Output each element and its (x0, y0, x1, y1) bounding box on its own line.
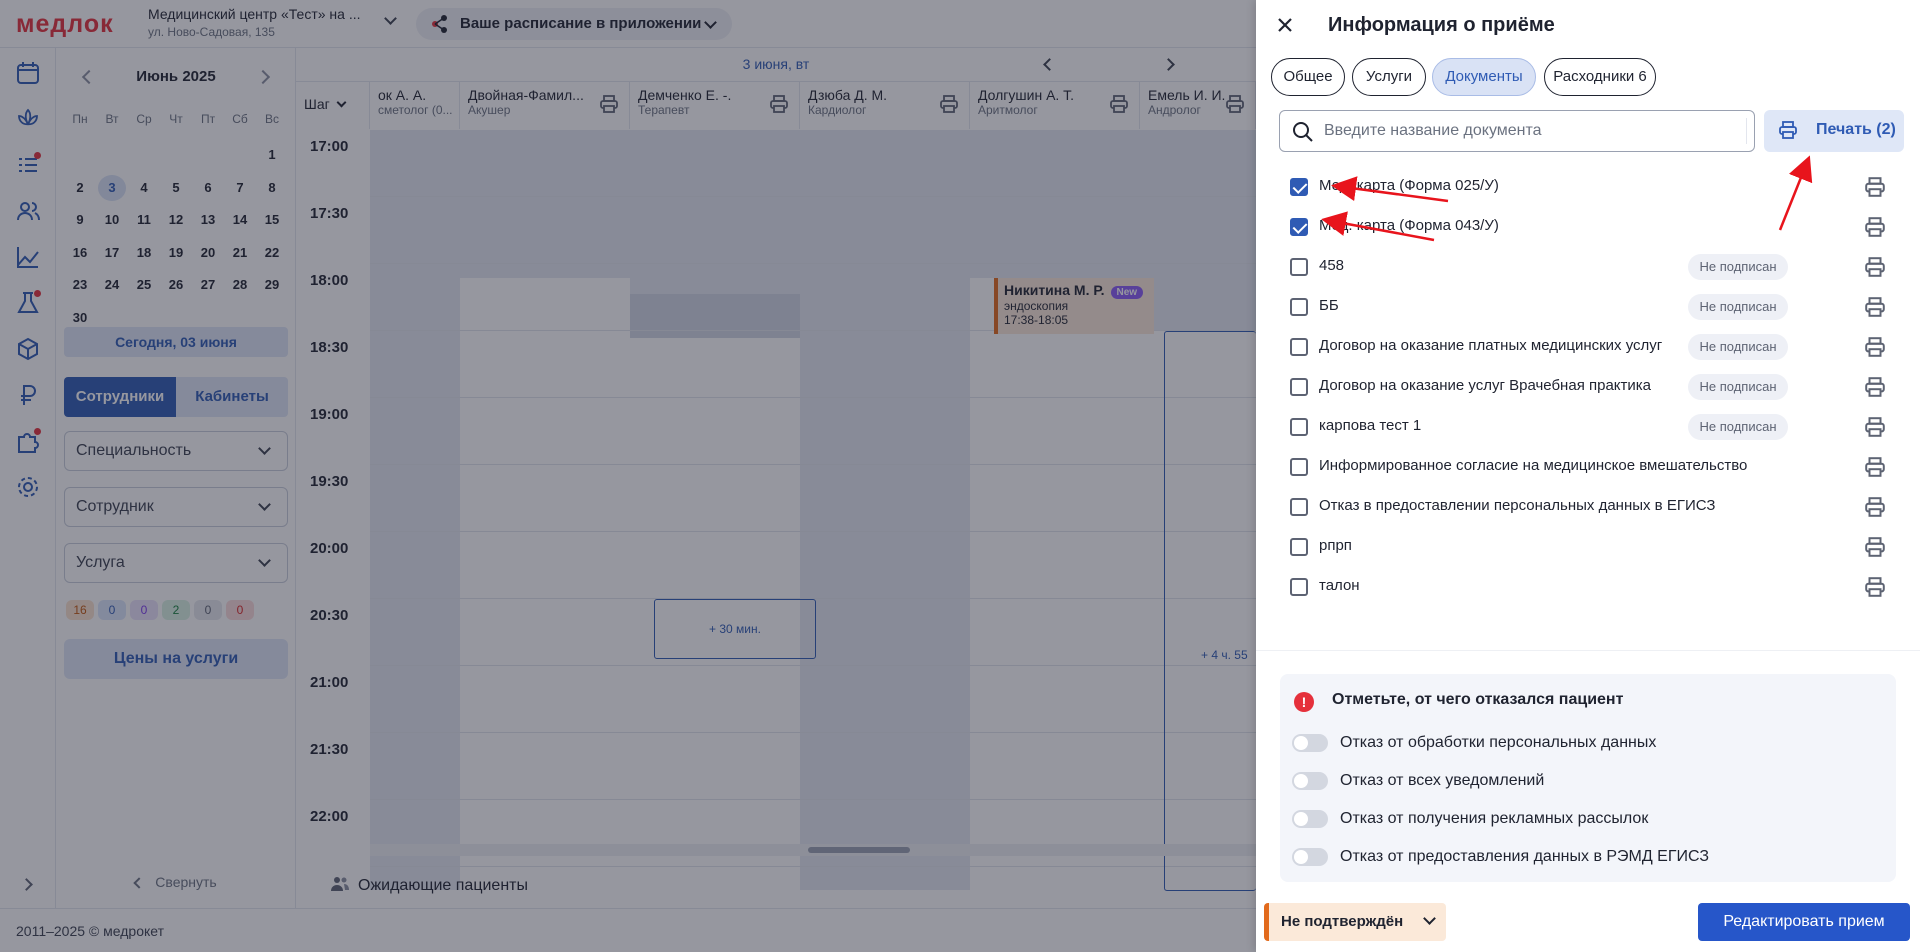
refusal-panel: ! Отметьте, от чего отказался пациент От… (1280, 674, 1896, 882)
printer-icon[interactable] (1864, 456, 1886, 478)
document-name: Отказ в предоставлении персональных данн… (1319, 497, 1716, 514)
document-checkbox[interactable] (1290, 538, 1308, 556)
schedule-app: медлок Медицинский центр «Тест» на ... у… (0, 0, 1256, 952)
toggle-switch[interactable] (1292, 810, 1328, 828)
printer-icon[interactable] (1864, 336, 1886, 358)
not-signed-badge: Не подписан (1688, 334, 1788, 360)
not-signed-badge: Не подписан (1688, 294, 1788, 320)
status-dropdown[interactable]: Не подтверждён (1264, 903, 1446, 941)
document-row[interactable]: карпова тест 1 Не подписан (1290, 406, 1900, 446)
document-checkbox[interactable] (1290, 338, 1308, 356)
document-name: ББ (1319, 297, 1339, 314)
edit-appointment-button[interactable]: Редактировать прием (1698, 903, 1910, 941)
arrow-to-print (1778, 155, 1813, 231)
printer-icon[interactable] (1864, 576, 1886, 598)
modal-backdrop[interactable] (0, 0, 1256, 952)
refusal-label: Отказ от обработки персональных данных (1340, 734, 1657, 751)
document-name: карпова тест 1 (1319, 417, 1422, 434)
annotation-arrows (1321, 155, 1813, 242)
document-name: Договор на оказание услуг Врачебная прак… (1319, 377, 1651, 394)
toggle-switch[interactable] (1292, 734, 1328, 752)
divider (1256, 650, 1920, 651)
printer-icon[interactable] (1864, 496, 1886, 518)
chevron-down-icon (1423, 912, 1436, 925)
document-checkbox[interactable] (1290, 458, 1308, 476)
arrow-to-doc-2 (1321, 211, 1435, 242)
printer-icon[interactable] (1864, 416, 1886, 438)
document-checkbox[interactable] (1290, 578, 1308, 596)
refusal-label: Отказ от получения рекламных рассылок (1340, 810, 1649, 827)
not-signed-badge: Не подписан (1688, 414, 1788, 440)
document-row[interactable]: Договор на оказание платных медицинских … (1290, 326, 1900, 366)
document-checkbox[interactable] (1290, 258, 1308, 276)
document-row[interactable]: Отказ в предоставлении персональных данн… (1290, 486, 1900, 526)
document-name: рпрп (1319, 537, 1352, 554)
alert-icon: ! (1294, 692, 1314, 712)
printer-icon[interactable] (1864, 536, 1886, 558)
document-name: талон (1319, 577, 1360, 594)
toggle-switch[interactable] (1292, 848, 1328, 866)
arrow-to-doc-1 (1331, 176, 1449, 203)
document-checkbox[interactable] (1290, 418, 1308, 436)
document-row[interactable]: рпрп (1290, 526, 1900, 566)
printer-icon[interactable] (1864, 376, 1886, 398)
document-row[interactable]: Договор на оказание услуг Врачебная прак… (1290, 366, 1900, 406)
refusal-title: Отметьте, от чего отказался пациент (1332, 691, 1624, 708)
document-row[interactable]: талон (1290, 566, 1900, 606)
not-signed-badge: Не подписан (1688, 374, 1788, 400)
document-checkbox[interactable] (1290, 498, 1308, 516)
printer-icon[interactable] (1864, 296, 1886, 318)
document-checkbox[interactable] (1290, 378, 1308, 396)
document-row[interactable]: Информированное согласие на медицинское … (1290, 446, 1900, 486)
status-label: Не подтверждён (1281, 913, 1404, 930)
document-name: Договор на оказание платных медицинских … (1319, 337, 1663, 354)
refusal-label: Отказ от предоставления данных в РЭМД ЕГ… (1340, 848, 1710, 865)
appointment-info-drawer: Информация о приёме Общее Услуги Докумен… (1256, 0, 1920, 952)
toggle-switch[interactable] (1292, 772, 1328, 790)
refusal-label: Отказ от всех уведомлений (1340, 772, 1545, 789)
document-checkbox[interactable] (1290, 298, 1308, 316)
document-row[interactable]: ББ Не подписан (1290, 286, 1900, 326)
document-name: Информированное согласие на медицинское … (1319, 457, 1748, 474)
